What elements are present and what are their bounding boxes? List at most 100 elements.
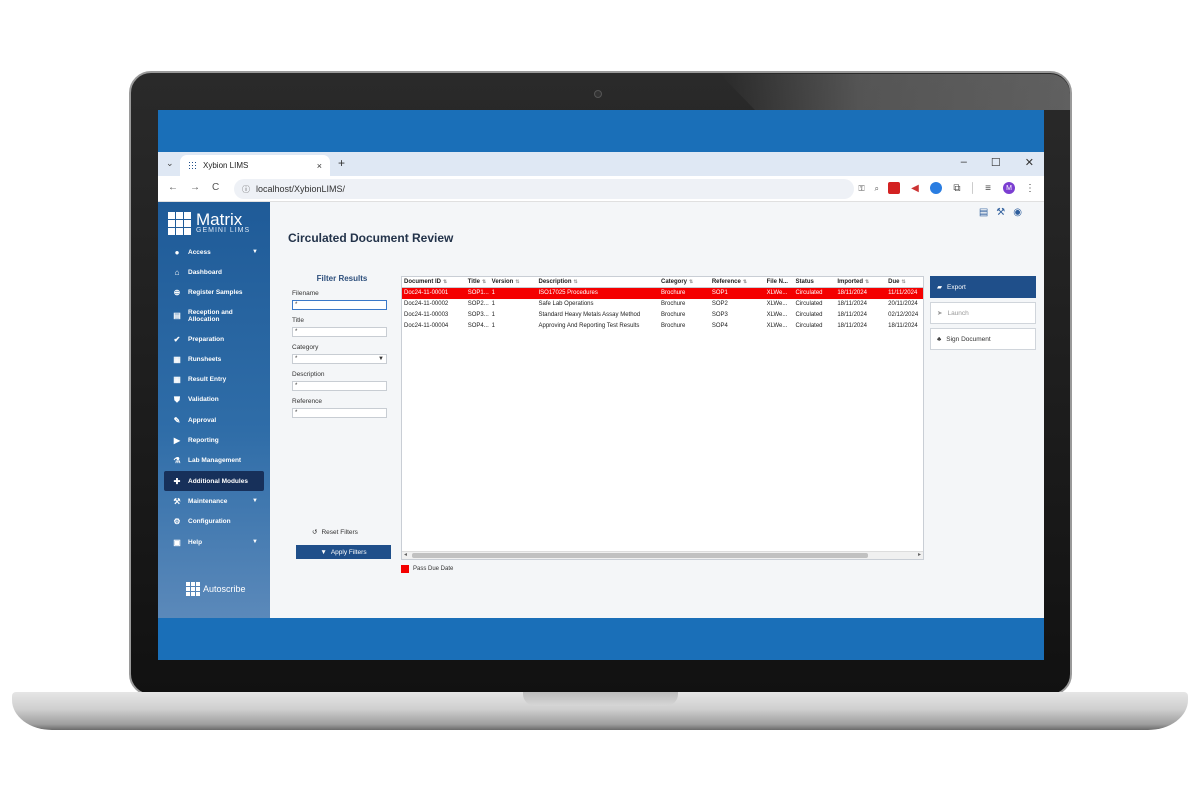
reset-icon: ↺ — [312, 529, 318, 536]
column-header[interactable]: Imported ⇅ — [835, 277, 886, 287]
sidebar-item-additional-modules[interactable]: ✚ Additional Modules — [164, 470, 264, 492]
table-row[interactable]: Doc24-11-00003 SOP3... 1 Standard Heavy … — [402, 310, 923, 321]
sidebar-item-configuration[interactable]: ⚙ Configuration — [164, 512, 264, 532]
sidebar-item-access[interactable]: ● Access ▼ — [164, 242, 264, 262]
cell-file-name: XLWe... — [766, 290, 788, 296]
sidebar-item-reception-allocation[interactable]: ▤ Reception and Allocation — [164, 303, 264, 329]
close-tab-icon[interactable]: × — [317, 161, 322, 171]
maximize-button[interactable]: ☐ — [991, 156, 1001, 169]
pdf-extension-icon[interactable] — [888, 182, 900, 194]
reading-list-icon[interactable]: ≡ — [982, 182, 994, 194]
table-row[interactable]: Doc24-11-00004 SOP4... 1 Approving And R… — [402, 321, 923, 332]
launch-button[interactable]: ➤ Launch — [930, 302, 1036, 324]
url-field[interactable]: ⓘ localhost/XybionLIMS/ — [234, 179, 854, 199]
cell-reference: SOP1 — [711, 290, 728, 296]
wrench-icon[interactable]: ⚒ — [996, 207, 1005, 218]
scroll-right-icon[interactable]: ▸ — [918, 551, 921, 558]
description-field[interactable]: * — [292, 381, 387, 391]
sidebar-item-preparation[interactable]: ✔ Preparation — [164, 329, 264, 349]
cell-imported: 18/11/2024 — [837, 323, 867, 329]
sign-document-button[interactable]: ♣ Sign Document — [930, 328, 1036, 350]
launch-label: Launch — [947, 309, 969, 317]
sign-document-label: Sign Document — [946, 335, 991, 343]
cell-title: SOP1... — [467, 290, 489, 296]
profile-avatar-icon[interactable]: M — [1003, 182, 1015, 194]
sidebar-item-lab-management[interactable]: ⚗ Lab Management — [164, 451, 264, 471]
cell-file-name: XLWe... — [766, 323, 788, 329]
forward-icon[interactable]: → — [190, 182, 200, 193]
sidebar-item-result-entry[interactable]: ▦ Result Entry — [164, 369, 264, 389]
sidebar-item-help[interactable]: ▣ Help ▼ — [164, 532, 264, 552]
column-header[interactable]: Due ⇅ — [886, 277, 923, 287]
cell-due: 02/12/2024 — [888, 312, 919, 318]
column-header[interactable]: File N... — [765, 277, 794, 287]
filter-icon: ▼ — [320, 548, 327, 556]
sidebar: Matrix GEMINI LIMS ● Access ▼ ⌂ Dashboard ⊕… — [158, 202, 270, 618]
category-select[interactable]: * ▼ — [292, 354, 387, 364]
autoscribe-grid-icon — [186, 582, 200, 596]
column-header[interactable]: Document ID ⇅ — [402, 277, 466, 287]
legend-label: Pass Due Date — [413, 566, 454, 572]
reference-field[interactable]: * — [292, 408, 387, 418]
filename-field[interactable]: * — [292, 300, 387, 310]
cell-imported: 18/11/2024 — [837, 312, 867, 318]
cell-file-name: XLWe... — [766, 312, 788, 318]
cell-reference: SOP2 — [711, 301, 728, 307]
blue-extension-icon[interactable] — [930, 182, 942, 194]
site-info-icon[interactable]: ⓘ — [242, 184, 250, 195]
zoom-icon[interactable]: ⌕ — [875, 184, 879, 194]
horizontal-scrollbar[interactable]: ◂ ▸ — [402, 551, 923, 559]
column-header[interactable]: Category ⇅ — [659, 277, 710, 287]
new-tab-button[interactable]: + — [338, 156, 345, 170]
tab-title: Xybion LIMS — [203, 161, 249, 170]
sidebar-item-validation[interactable]: ⛊ Validation — [164, 390, 264, 410]
action-panel: ▰ Export ➤ Launch ♣ Sign Document — [930, 276, 1036, 354]
sidebar-item-maintenance[interactable]: ⚒ Maintenance ▼ — [164, 491, 264, 511]
sidebar-item-reporting[interactable]: ▶ Reporting — [164, 430, 264, 450]
column-header[interactable]: Title ⇅ — [466, 277, 490, 287]
megaphone-extension-icon[interactable]: ◀ — [909, 182, 921, 194]
apply-filters-label: Apply Filters — [330, 548, 367, 556]
column-header[interactable]: Description ⇅ — [536, 277, 659, 287]
cell-category: Brochure — [661, 290, 686, 296]
stamp-icon: ✎ — [173, 415, 181, 425]
extension-icons: ◀ ⧉ ≡ M ⋮ — [888, 182, 1036, 194]
puzzle-extensions-icon[interactable]: ⧉ — [951, 182, 963, 194]
reload-icon[interactable]: C — [212, 182, 219, 193]
table-row[interactable]: Doc24-11-00002 SOP2... 1 Safe Lab Operat… — [402, 299, 923, 310]
reset-filters-button[interactable]: ↺ Reset Filters — [312, 528, 358, 537]
person-icon: ● — [174, 247, 180, 257]
tab-list-icon[interactable]: ⌄ — [166, 158, 174, 169]
grid-header: Document ID ⇅ Title ⇅ Version ⇅ Description… — [402, 277, 923, 288]
apply-filters-button[interactable]: ▼ Apply Filters — [296, 545, 391, 559]
cell-document-id: Doc24-11-00003 — [404, 312, 449, 318]
back-icon[interactable]: ← — [168, 182, 178, 193]
close-window-button[interactable]: ✕ — [1025, 156, 1034, 169]
browser-tab[interactable]: Xybion LIMS × — [180, 155, 330, 176]
scroll-left-icon[interactable]: ◂ — [404, 551, 407, 558]
cell-due: 11/11/2024 — [888, 290, 918, 296]
sidebar-item-approval[interactable]: ✎ Approval — [164, 410, 264, 430]
sidebar-item-register-samples[interactable]: ⊕ Register Samples — [164, 283, 264, 303]
sidebar-item-dashboard[interactable]: ⌂ Dashboard — [164, 262, 264, 282]
sidebar-item-label: Preparation — [188, 335, 225, 343]
minimize-button[interactable]: – — [961, 156, 967, 169]
column-header[interactable]: Status — [794, 277, 836, 287]
title-field[interactable]: * — [292, 327, 387, 337]
key-icon[interactable]: ⚿ — [858, 184, 864, 194]
column-header[interactable]: Reference ⇅ — [710, 277, 765, 287]
export-button[interactable]: ▰ Export — [930, 276, 1036, 298]
lid-glare — [720, 74, 1070, 110]
cell-version: 1 — [491, 290, 495, 296]
scrollbar-thumb[interactable] — [412, 553, 868, 558]
sidebar-item-label: Help — [188, 538, 203, 546]
list-view-icon[interactable]: ▤ — [979, 207, 988, 218]
table-row[interactable]: Doc24-11-00001 SOP1... 1 ISO17025 Proced… — [402, 288, 923, 299]
sidebar-item-label: Access — [188, 248, 211, 256]
column-header[interactable]: Version ⇅ — [490, 277, 537, 287]
reset-filters-label: Reset Filters — [321, 528, 358, 536]
more-menu-icon[interactable]: ⋮ — [1024, 182, 1036, 194]
cell-imported: 18/11/2024 — [837, 301, 867, 307]
sidebar-item-runsheets[interactable]: ▦ Runsheets — [164, 349, 264, 369]
user-icon[interactable]: ◉ — [1013, 207, 1022, 218]
